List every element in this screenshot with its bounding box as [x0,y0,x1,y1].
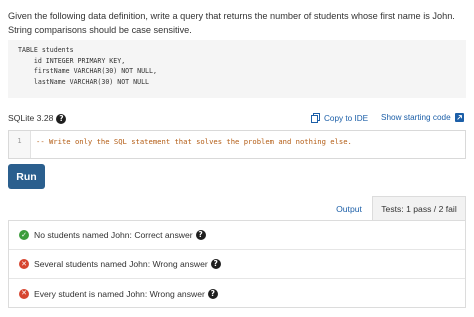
editor-toolbar: SQLite 3.28? Copy to IDE Show starting c… [8,112,466,126]
question-text: Given the following data definition, wri… [8,11,455,35]
run-button[interactable]: Run [8,164,45,189]
check-circle-icon: ✓ [19,230,29,240]
schema-code: TABLE students id INTEGER PRIMARY KEY, f… [18,46,157,87]
question-circle-icon[interactable]: ? [207,288,218,299]
schema-block: TABLE students id INTEGER PRIMARY KEY, f… [8,40,466,98]
copy-icon [311,113,320,123]
question-circle-icon[interactable]: ? [56,113,67,124]
code-comment: -- Write only the SQL statement that sol… [36,137,352,146]
test-results-panel: ✓ No students named John: Correct answer… [8,220,466,308]
engine-name: SQLite 3.28 [8,113,54,123]
external-link-icon [454,113,464,122]
tab-tests[interactable]: Tests: 1 pass / 2 fail [372,196,466,221]
copy-to-ide-link[interactable]: Copy to IDE [311,113,368,123]
x-circle-icon: ✕ [19,259,29,269]
show-starting-code-label: Show starting code [381,113,451,122]
code-editor[interactable]: 1 -- Write only the SQL statement that s… [8,130,466,159]
test-result-text: Every student is named John: Wrong answe… [34,288,205,299]
copy-to-ide-label: Copy to IDE [324,113,369,123]
engine-label: SQLite 3.28? [8,113,67,124]
test-result-row: ✕ Every student is named John: Wrong ans… [9,279,465,308]
test-result-text: No students named John: Correct answer [34,230,193,240]
question-circle-icon[interactable]: ? [195,230,206,240]
line-number: 1 [9,131,31,158]
test-result-text: Several students named John: Wrong answe… [34,259,208,269]
show-starting-code-link[interactable]: Show starting code [381,113,464,122]
x-circle-icon: ✕ [19,288,29,299]
test-result-row: ✕ Several students named John: Wrong ans… [9,250,465,279]
tab-output[interactable]: Output [326,196,372,221]
result-tabs: Output Tests: 1 pass / 2 fail [326,196,466,221]
test-result-row: ✓ No students named John: Correct answer… [9,221,465,250]
question-circle-icon[interactable]: ? [210,259,221,269]
